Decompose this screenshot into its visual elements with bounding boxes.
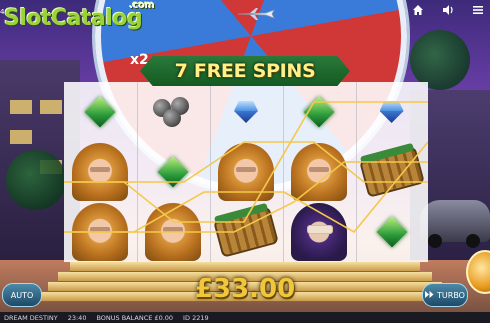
session-id-label: ID: [183, 313, 190, 322]
clock-time: 23:40: [67, 313, 87, 322]
woman-symbol: [217, 143, 274, 201]
reel-cell: [137, 142, 210, 202]
balls-symbol: [149, 97, 197, 127]
palm-tree-left: [6, 150, 66, 210]
session-id-value: 2219: [192, 313, 209, 322]
reel-cell: [64, 142, 137, 202]
woman-symbol: [145, 203, 202, 261]
money-symbol: [358, 146, 425, 198]
sound-icon[interactable]: [440, 2, 456, 18]
sports-car: [420, 200, 490, 248]
reel-divider: [283, 82, 284, 262]
auto-button[interactable]: AUTO: [2, 283, 42, 307]
reel-cell: [355, 142, 428, 202]
bonus-balance-label: BONUS BALANCE: [96, 313, 153, 322]
woman-dark-symbol: [290, 203, 347, 261]
diamond-green-symbol: [84, 96, 116, 128]
fast-forward-icon: [425, 290, 434, 300]
money-symbol: [213, 206, 279, 258]
reel-cell: [210, 202, 283, 262]
turbo-button[interactable]: TURBO: [422, 283, 468, 307]
reel-cell: [210, 142, 283, 202]
home-icon[interactable]: [410, 2, 426, 18]
woman-symbol: [72, 143, 129, 201]
bonus-balance-value: £0.00: [154, 313, 174, 322]
logo-suffix: .com: [129, 0, 155, 11]
auto-label: AUTO: [10, 290, 34, 300]
session-id: ID 2219: [183, 314, 209, 322]
reel-cell: [355, 82, 428, 142]
diamond-blue-symbol: [234, 101, 258, 123]
reel-cell: [137, 202, 210, 262]
reel-cell: [355, 202, 428, 262]
game-name: DREAM DESTINY: [4, 313, 58, 322]
free-spins-banner: 7 FREE SPINS: [140, 56, 350, 86]
reel-cell: [282, 142, 355, 202]
reel-cell: [282, 202, 355, 262]
reel-cell: [210, 82, 283, 142]
reel-divider: [356, 82, 357, 262]
turbo-label: TURBO: [437, 290, 465, 300]
diamond-green-symbol: [303, 96, 335, 128]
reel-grid: [64, 82, 428, 262]
woman-symbol: [72, 203, 129, 261]
bonus-balance: BONUS BALANCE £0.00: [96, 314, 173, 322]
reel-divider: [210, 82, 211, 262]
diamond-green-symbol: [157, 156, 189, 188]
woman-symbol: [290, 143, 347, 201]
airplane-icon: [237, 8, 275, 20]
reel-divider: [137, 82, 138, 262]
site-logo: SlotCatalog .com: [4, 0, 155, 31]
reel-cell: [64, 202, 137, 262]
reel-cell: [282, 82, 355, 142]
reel-cell: [64, 82, 137, 142]
menu-icon[interactable]: [470, 2, 486, 18]
logo-text: SlotCatalog: [4, 6, 143, 31]
win-amount: £33.00: [194, 274, 296, 304]
top-icon-bar: [410, 2, 486, 18]
diamond-blue-symbol: [380, 101, 404, 123]
diamond-green-symbol: [376, 216, 408, 248]
free-spins-text: 7 FREE SPINS: [174, 60, 316, 82]
reel-cell: [137, 82, 210, 142]
status-bar: DREAM DESTINY 23:40 BONUS BALANCE £0.00 …: [0, 312, 490, 323]
palm-tree-right: [410, 30, 470, 90]
